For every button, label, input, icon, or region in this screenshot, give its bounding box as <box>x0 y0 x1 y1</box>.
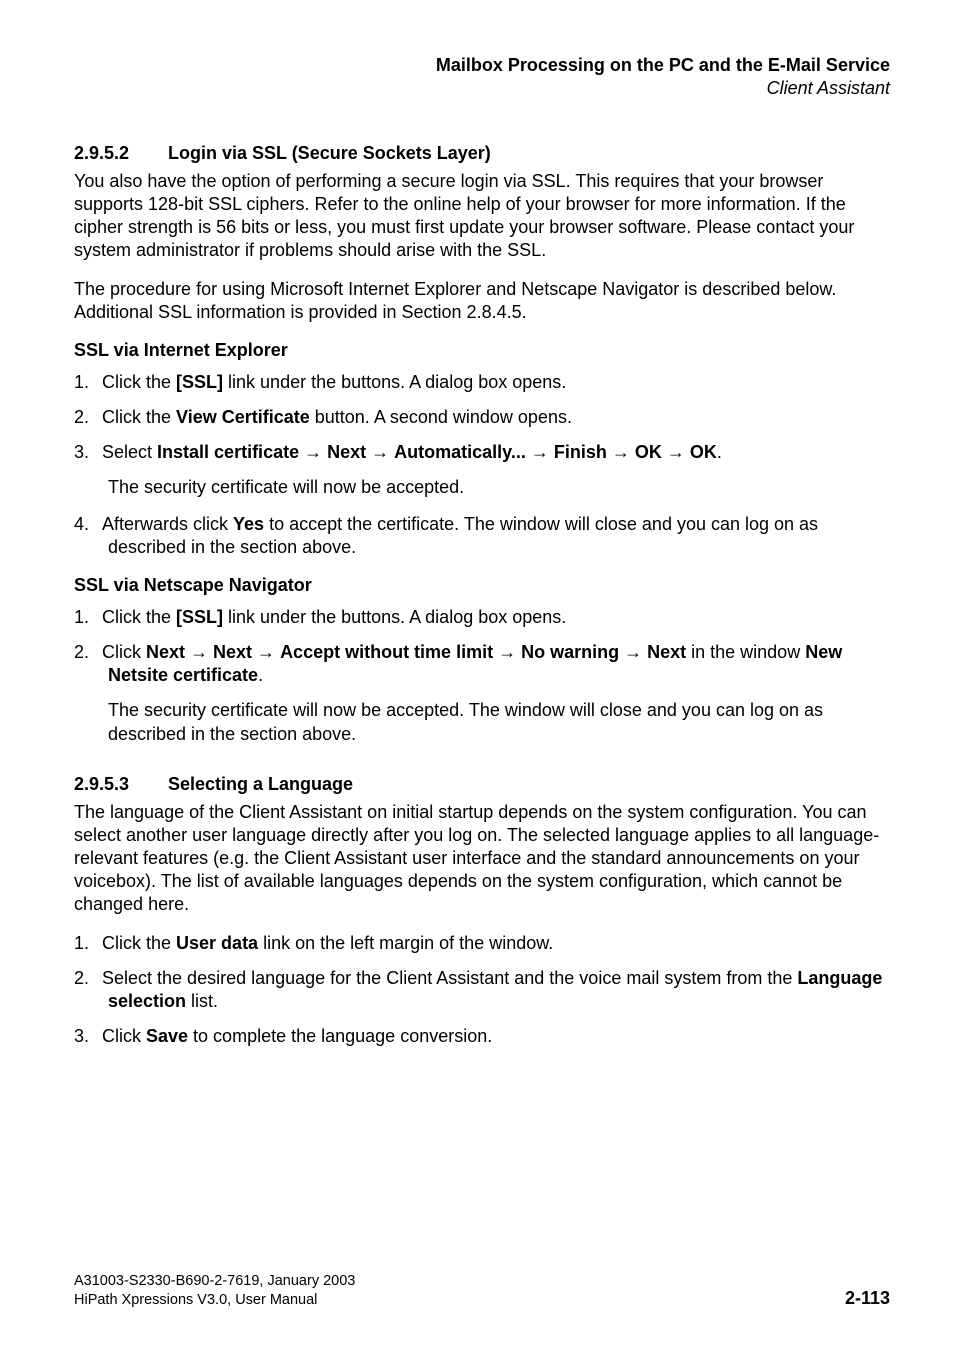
list-number: 1. <box>74 932 102 955</box>
list-subtext: The security certificate will now be acc… <box>108 476 890 499</box>
list-subtext: The security certificate will now be acc… <box>108 699 890 745</box>
arrow-icon: → <box>607 442 635 462</box>
list-item: 2.Select the desired language for the Cl… <box>74 967 890 1013</box>
list-number: 3. <box>74 441 102 464</box>
list-text: Click the <box>102 933 176 953</box>
ui-label-user-data: User data <box>176 933 258 953</box>
ui-label-next: Next <box>327 442 366 462</box>
ui-label-next: Next <box>213 642 252 662</box>
list-text: Click the <box>102 607 176 627</box>
list-text: to complete the language conversion. <box>188 1026 492 1046</box>
list-text: Click the <box>102 407 176 427</box>
section-heading-2953: 2.9.5.3Selecting a Language <box>74 774 890 795</box>
section-title: Selecting a Language <box>168 774 353 794</box>
running-header: Mailbox Processing on the PC and the E-M… <box>74 54 890 99</box>
list-text: Click <box>102 1026 146 1046</box>
ui-label-ok: OK <box>635 442 662 462</box>
list-number: 2. <box>74 967 102 990</box>
list-text: Afterwards click <box>102 514 233 534</box>
list-text: list. <box>186 991 218 1011</box>
list-number: 2. <box>74 641 102 664</box>
running-header-subtitle: Client Assistant <box>74 77 890 100</box>
list-text: Click the <box>102 372 176 392</box>
arrow-icon: → <box>493 642 521 662</box>
list-item: 3.Select Install certificate → Next → Au… <box>74 441 890 464</box>
subsection-heading-ssl-ie: SSL via Internet Explorer <box>74 340 890 361</box>
list-item: 3.Click Save to complete the language co… <box>74 1025 890 1048</box>
list-item: 1.Click the [SSL] link under the buttons… <box>74 606 890 629</box>
arrow-icon: → <box>185 642 213 662</box>
ui-label-automatically: Automatically... <box>394 442 526 462</box>
section-number: 2.9.5.3 <box>74 774 168 795</box>
list-text: Select the desired language for the Clie… <box>102 968 797 988</box>
list-text: Click <box>102 642 146 662</box>
body-paragraph: The procedure for using Microsoft Intern… <box>74 278 890 324</box>
ui-label-ssl: [SSL] <box>176 372 223 392</box>
ui-label-view-certificate: View Certificate <box>176 407 310 427</box>
list-text: link under the buttons. A dialog box ope… <box>223 372 566 392</box>
body-paragraph: The language of the Client Assistant on … <box>74 801 890 916</box>
arrow-icon: → <box>299 442 327 462</box>
arrow-icon: → <box>366 442 394 462</box>
arrow-icon: → <box>526 442 554 462</box>
ui-label-save: Save <box>146 1026 188 1046</box>
list-text: button. A second window opens. <box>310 407 572 427</box>
footer-line-2: HiPath Xpressions V3.0, User Manual <box>74 1291 890 1310</box>
list-text: in the window <box>686 642 805 662</box>
ordered-list-ssl-ie: 1.Click the [SSL] link under the buttons… <box>74 371 890 464</box>
arrow-icon: → <box>619 642 647 662</box>
ui-label-yes: Yes <box>233 514 264 534</box>
list-text: Select <box>102 442 157 462</box>
page-footer: A31003-S2330-B690-2-7619, January 2003 H… <box>74 1272 890 1310</box>
list-text: . <box>258 665 263 685</box>
ui-label-finish: Finish <box>554 442 607 462</box>
ordered-list-ssl-nn: 1.Click the [SSL] link under the buttons… <box>74 606 890 687</box>
list-number: 1. <box>74 371 102 394</box>
ui-label-no-warning: No warning <box>521 642 619 662</box>
list-text: . <box>717 442 722 462</box>
ui-label-next: Next <box>146 642 185 662</box>
list-item: 1.Click the User data link on the left m… <box>74 932 890 955</box>
list-item: 1.Click the [SSL] link under the buttons… <box>74 371 890 394</box>
arrow-icon: → <box>662 442 690 462</box>
running-header-title: Mailbox Processing on the PC and the E-M… <box>74 54 890 77</box>
arrow-icon: → <box>252 642 280 662</box>
ui-label-ok: OK <box>690 442 717 462</box>
list-number: 4. <box>74 513 102 536</box>
list-item: 2.Click the View Certificate button. A s… <box>74 406 890 429</box>
section-heading-2952: 2.9.5.2Login via SSL (Secure Sockets Lay… <box>74 143 890 164</box>
body-paragraph: You also have the option of performing a… <box>74 170 890 262</box>
ordered-list-ssl-ie-cont: 4.Afterwards click Yes to accept the cer… <box>74 513 890 559</box>
ui-label-install-certificate: Install certificate <box>157 442 299 462</box>
footer-line-1: A31003-S2330-B690-2-7619, January 2003 <box>74 1272 890 1291</box>
section-number: 2.9.5.2 <box>74 143 168 164</box>
list-item: 4.Afterwards click Yes to accept the cer… <box>74 513 890 559</box>
list-item: 2.Click Next → Next → Accept without tim… <box>74 641 890 687</box>
ui-label-next: Next <box>647 642 686 662</box>
ui-label-accept-without-time-limit: Accept without time limit <box>280 642 493 662</box>
list-number: 2. <box>74 406 102 429</box>
list-text: link on the left margin of the window. <box>258 933 553 953</box>
list-number: 1. <box>74 606 102 629</box>
subsection-heading-ssl-nn: SSL via Netscape Navigator <box>74 575 890 596</box>
ordered-list-language: 1.Click the User data link on the left m… <box>74 932 890 1048</box>
page-number: 2-113 <box>845 1287 890 1310</box>
list-text: link under the buttons. A dialog box ope… <box>223 607 566 627</box>
list-number: 3. <box>74 1025 102 1048</box>
ui-label-ssl: [SSL] <box>176 607 223 627</box>
section-title: Login via SSL (Secure Sockets Layer) <box>168 143 491 163</box>
